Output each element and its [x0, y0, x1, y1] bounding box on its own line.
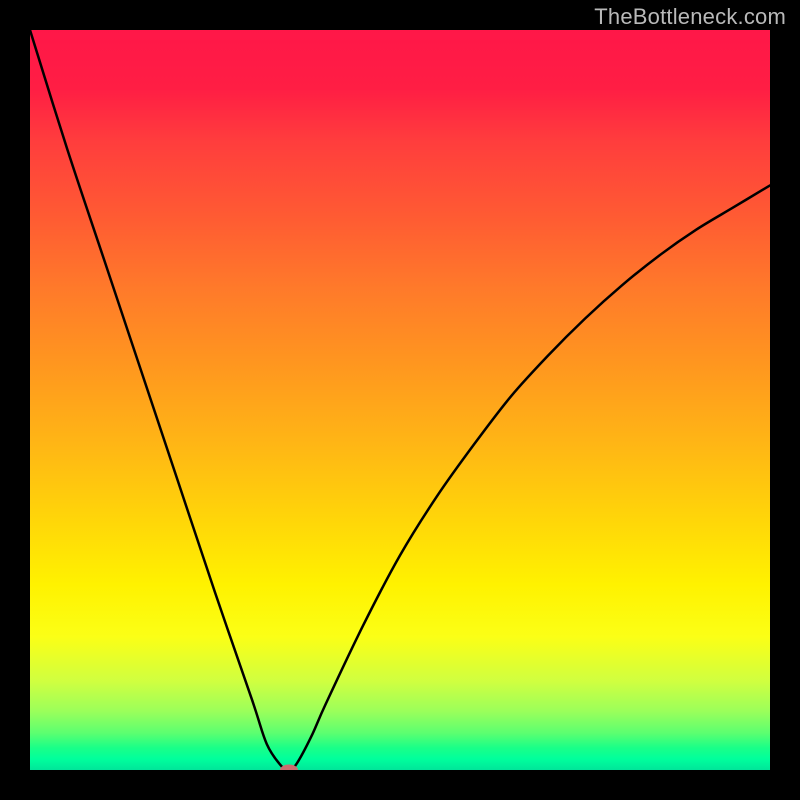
curve-svg	[30, 30, 770, 770]
optimum-marker	[280, 765, 298, 771]
plot-area	[30, 30, 770, 770]
bottleneck-curve-path	[30, 30, 770, 770]
watermark-text: TheBottleneck.com	[594, 4, 786, 30]
chart-frame: TheBottleneck.com	[0, 0, 800, 800]
